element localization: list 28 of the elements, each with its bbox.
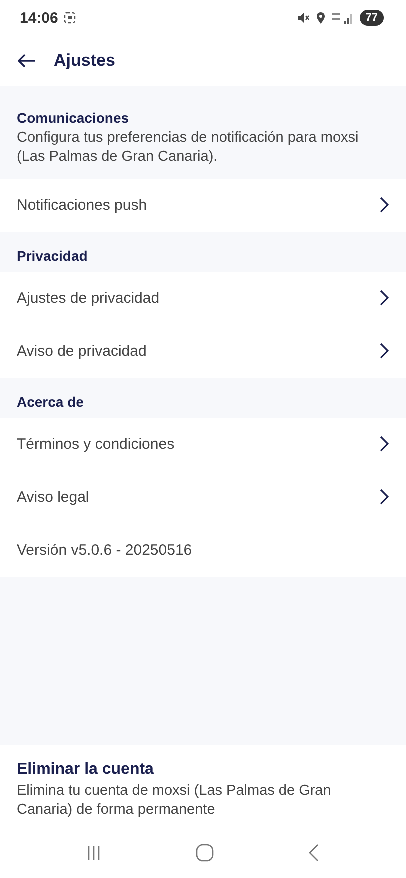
chevron-right-icon (379, 290, 389, 306)
back-button[interactable] (18, 54, 36, 68)
section-title: Comunicaciones (17, 110, 130, 126)
screenshot-icon (64, 12, 76, 24)
settings-item[interactable]: Aviso legal (0, 470, 406, 524)
section-title: Acerca de (17, 394, 85, 410)
chevron-right-icon (379, 197, 389, 214)
settings-item[interactable]: Ajustes de privacidad (0, 272, 406, 325)
version-text: Versión v5.0.6 - 20250516 (17, 542, 192, 559)
delete-account-title[interactable]: Eliminar la cuenta (17, 761, 389, 780)
recents-icon[interactable] (87, 845, 102, 861)
settings-item[interactable]: Notificaciones push (0, 178, 406, 232)
delete-account-description: Elimina tu cuenta de moxsi (Las Palmas de Gran Canaria) de forma permanente (17, 782, 332, 820)
location-icon (316, 12, 326, 24)
chevron-right-icon (379, 489, 389, 506)
section-title: Privacidad (17, 248, 89, 264)
settings-item[interactable]: Términos y condiciones (0, 418, 406, 471)
page-title: Ajustes (54, 51, 116, 71)
status-time: 14:06 (20, 10, 58, 26)
home-icon[interactable] (196, 844, 214, 862)
settings-item[interactable]: Aviso de privacidad (0, 324, 406, 378)
signal-icon (332, 12, 354, 24)
battery-level: 77 (360, 10, 384, 26)
back-icon[interactable] (308, 844, 319, 862)
chevron-right-icon (379, 343, 389, 360)
mute-icon (296, 12, 310, 24)
chevron-right-icon (379, 436, 389, 452)
section-description: Configura tus preferencias de notificación para moxsi (Las Palmas de Gran Canaria). (17, 129, 360, 167)
